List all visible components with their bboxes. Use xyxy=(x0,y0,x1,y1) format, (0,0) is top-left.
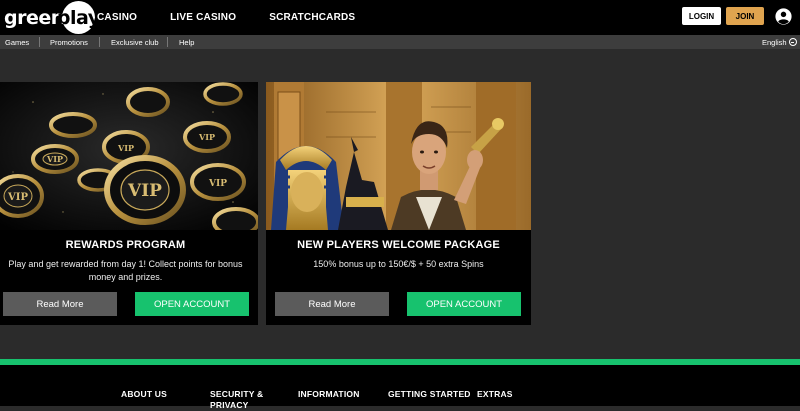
card-title: NEW PLAYERS WELCOME PACKAGE xyxy=(297,239,500,251)
subnav-exclusive-club[interactable]: Exclusive club xyxy=(111,35,159,49)
card-description: 150% bonus up to 150€/$ + 50 extra Spins xyxy=(313,259,484,269)
open-account-button[interactable]: OPEN ACCOUNT xyxy=(135,292,249,316)
language-selector[interactable]: English xyxy=(762,35,797,49)
user-profile-icon[interactable] xyxy=(775,8,792,25)
subnav-games[interactable]: Games xyxy=(5,35,29,49)
svg-text:VIP: VIP xyxy=(7,192,28,203)
promotions-area: VIP VIP VIP VIP VIP VIP REWARDS PROGRAM … xyxy=(0,49,800,359)
svg-text:VIP: VIP xyxy=(117,143,134,153)
collapse-icon xyxy=(788,38,797,46)
footer: ABOUT US SECURITY & PRIVACY INFORMATION … xyxy=(0,365,800,410)
nav-scratchcards[interactable]: SCRATCHCARDS xyxy=(269,12,355,23)
footer-about-us[interactable]: ABOUT US xyxy=(121,389,167,400)
svg-text:VIP: VIP xyxy=(198,132,215,142)
logo-text: green xyxy=(4,6,64,29)
subnav-help[interactable]: Help xyxy=(179,35,194,49)
join-button[interactable]: JOIN xyxy=(726,7,764,25)
subnav-divider xyxy=(167,37,168,47)
open-account-button[interactable]: OPEN ACCOUNT xyxy=(407,292,521,316)
svg-text:VIP: VIP xyxy=(208,179,227,189)
top-bar: green play CASINO LIVE CASINO SCRATCHCAR… xyxy=(0,0,800,35)
nav-casino[interactable]: CASINO xyxy=(97,12,137,23)
logo-circle-text: play xyxy=(57,1,100,34)
sub-nav: Games Promotions Exclusive club Help Eng… xyxy=(0,35,800,49)
footer-getting-started[interactable]: GETTING STARTED xyxy=(388,389,471,400)
svg-text:VIP: VIP xyxy=(46,154,63,164)
main-nav: CASINO LIVE CASINO SCRATCHCARDS xyxy=(97,0,388,35)
footer-extras[interactable]: EXTRAS xyxy=(477,389,513,400)
svg-text:VIP: VIP xyxy=(127,181,162,201)
language-label: English xyxy=(762,37,787,47)
subnav-promotions[interactable]: Promotions xyxy=(50,35,88,49)
footer-information[interactable]: INFORMATION xyxy=(298,389,360,400)
footer-security-privacy[interactable]: SECURITY & PRIVACY xyxy=(210,389,270,411)
greenplay-logo[interactable]: green play xyxy=(4,1,100,34)
card-description: Play and get rewarded from day 1! Collec… xyxy=(8,259,243,282)
login-button[interactable]: LOGIN xyxy=(682,7,721,25)
read-more-button[interactable]: Read More xyxy=(275,292,389,316)
vip-chips-image: VIP VIP VIP VIP VIP VIP xyxy=(0,82,258,230)
promo-card-rewards: VIP VIP VIP VIP VIP VIP REWARDS PROGRAM … xyxy=(0,82,258,325)
subnav-divider xyxy=(39,37,40,47)
nav-live-casino[interactable]: LIVE CASINO xyxy=(170,12,236,23)
adventurer-slot-image xyxy=(266,82,531,230)
card-title: REWARDS PROGRAM xyxy=(65,239,186,251)
subnav-divider xyxy=(99,37,100,47)
promo-card-welcome: NEW PLAYERS WELCOME PACKAGE 150% bonus u… xyxy=(266,82,531,325)
read-more-button[interactable]: Read More xyxy=(3,292,117,316)
